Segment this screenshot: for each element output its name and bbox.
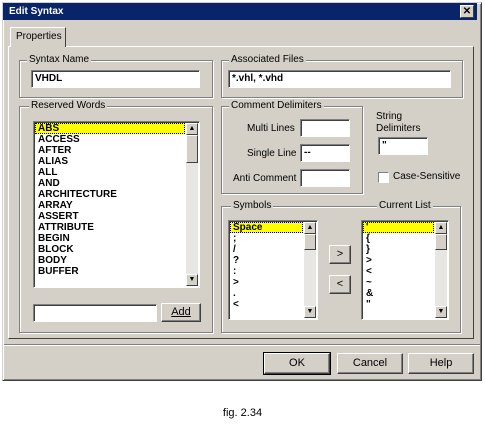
scroll-down-icon[interactable]: ▼ xyxy=(304,306,316,318)
symbols-list[interactable]: Space ; / ? : > . < ▲ ▼ xyxy=(228,220,318,320)
move-right-button[interactable]: > xyxy=(329,245,351,264)
list-item[interactable]: ARCHITECTURE xyxy=(35,189,185,200)
current-list-label: Current List xyxy=(377,200,433,212)
multi-lines-field[interactable] xyxy=(300,119,350,137)
add-button[interactable]: Add xyxy=(161,303,201,322)
multi-lines-label: Multi Lines xyxy=(247,123,295,134)
scroll-thumb[interactable] xyxy=(186,135,198,163)
symbols-label: Symbols xyxy=(231,200,274,212)
list-item[interactable]: . xyxy=(230,288,303,299)
reserved-words-scrollbar[interactable]: ▲ ▼ xyxy=(186,123,198,286)
string-delimiters-field[interactable]: " xyxy=(378,137,428,155)
syntax-name-field[interactable]: VHDL xyxy=(31,70,200,88)
current-list-scrollbar[interactable]: ▲ ▼ xyxy=(435,222,447,318)
move-left-button[interactable]: < xyxy=(329,275,351,294)
list-item[interactable]: < xyxy=(230,299,303,310)
window-title: Edit Syntax xyxy=(9,6,64,17)
list-item[interactable]: BLOCK xyxy=(35,244,185,255)
list-item[interactable]: > xyxy=(230,277,303,288)
reserved-words-label: Reserved Words xyxy=(29,100,108,112)
list-item[interactable]: ARRAY xyxy=(35,200,185,211)
scroll-down-icon[interactable]: ▼ xyxy=(186,274,198,286)
cancel-button[interactable]: Cancel xyxy=(337,353,403,374)
list-item[interactable]: { xyxy=(363,233,434,244)
scroll-thumb[interactable] xyxy=(435,234,447,250)
associated-files-label: Associated Files xyxy=(229,54,306,66)
list-item[interactable]: ? xyxy=(230,255,303,266)
tab-properties[interactable]: Properties xyxy=(10,27,66,47)
figure-caption: fig. 2.34 xyxy=(222,407,263,419)
single-line-label: Single Line xyxy=(247,148,297,159)
anti-comment-label: Anti Comment xyxy=(233,173,297,184)
list-item[interactable]: } xyxy=(363,244,434,255)
tab-label: Properties xyxy=(16,31,62,42)
single-line-field[interactable]: -- xyxy=(300,144,350,162)
list-item[interactable]: ABS xyxy=(35,123,185,134)
case-sensitive-checkbox[interactable] xyxy=(378,172,389,183)
list-item[interactable]: ALIAS xyxy=(35,156,185,167)
help-button[interactable]: Help xyxy=(408,353,474,374)
scroll-up-icon[interactable]: ▲ xyxy=(186,123,198,135)
list-item[interactable]: ATTRIBUTE xyxy=(35,222,185,233)
scroll-down-icon[interactable]: ▼ xyxy=(435,306,447,318)
list-item[interactable]: ' xyxy=(363,222,434,233)
list-item[interactable]: AND xyxy=(35,178,185,189)
list-item[interactable]: BODY xyxy=(35,255,185,266)
reserved-words-items: ABS ACCESS AFTER ALIAS ALL AND ARCHITECT… xyxy=(35,123,185,277)
list-item[interactable]: " xyxy=(363,299,434,310)
ok-button[interactable]: OK xyxy=(263,352,331,375)
case-sensitive-label: Case-Sensitive xyxy=(393,171,461,182)
reserved-words-list[interactable]: ABS ACCESS AFTER ALIAS ALL AND ARCHITECT… xyxy=(33,121,200,288)
add-button-label: Add xyxy=(171,306,191,318)
list-item[interactable]: / xyxy=(230,244,303,255)
list-item[interactable]: BEGIN xyxy=(35,233,185,244)
list-item[interactable]: ~ xyxy=(363,277,434,288)
scroll-thumb[interactable] xyxy=(304,234,316,250)
reserved-word-input[interactable] xyxy=(33,304,157,322)
list-item[interactable]: : xyxy=(230,266,303,277)
associated-files-field[interactable]: *.vhl, *.vhd xyxy=(228,70,451,88)
current-list-items: ' { } > < ~ & " xyxy=(363,222,434,310)
list-item[interactable]: ASSERT xyxy=(35,211,185,222)
list-item[interactable]: AFTER xyxy=(35,145,185,156)
divider xyxy=(4,344,480,345)
comment-delimiters-label: Comment Delimiters xyxy=(229,100,324,112)
list-item[interactable]: ALL xyxy=(35,167,185,178)
symbols-items: Space ; / ? : > . < xyxy=(230,222,303,310)
syntax-name-label: Syntax Name xyxy=(27,54,92,66)
list-item[interactable]: ACCESS xyxy=(35,134,185,145)
scroll-up-icon[interactable]: ▲ xyxy=(435,222,447,234)
list-item[interactable]: > xyxy=(363,255,434,266)
close-icon[interactable]: ✕ xyxy=(460,5,474,18)
scroll-up-icon[interactable]: ▲ xyxy=(304,222,316,234)
list-item[interactable]: & xyxy=(363,288,434,299)
anti-comment-field[interactable] xyxy=(300,169,350,187)
list-item[interactable]: Space xyxy=(230,222,303,233)
current-list[interactable]: ' { } > < ~ & " ▲ ▼ xyxy=(361,220,449,320)
list-item[interactable]: ; xyxy=(230,233,303,244)
symbols-scrollbar[interactable]: ▲ ▼ xyxy=(304,222,316,318)
list-item[interactable]: < xyxy=(363,266,434,277)
string-delimiters-label-1: String xyxy=(376,111,403,122)
title-bar[interactable]: Edit Syntax ✕ xyxy=(3,3,477,20)
string-delimiters-label-2: Delimiters xyxy=(376,123,421,134)
list-item[interactable]: BUFFER xyxy=(35,266,185,277)
